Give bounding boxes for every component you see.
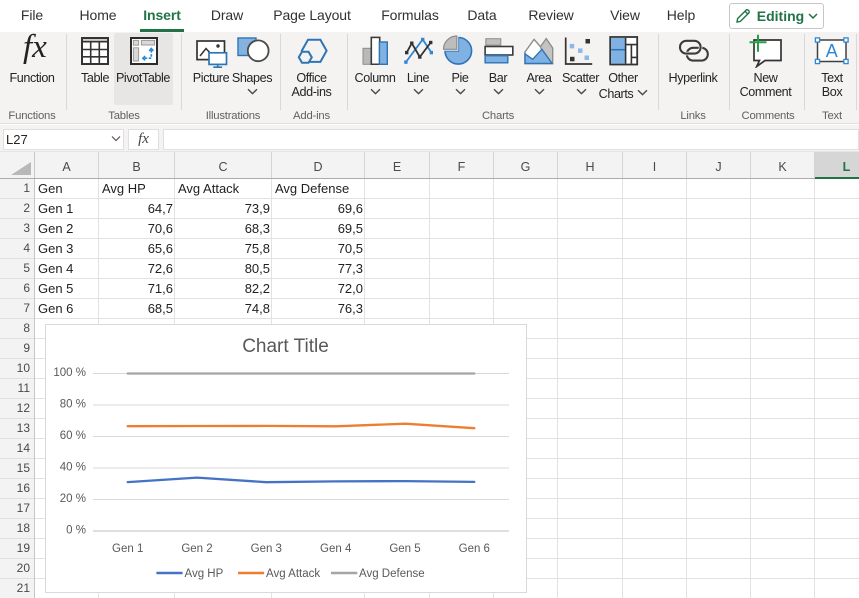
- svg-text:20 %: 20 %: [60, 493, 86, 505]
- svg-text:0 %: 0 %: [66, 525, 86, 537]
- svg-text:Gen 3: Gen 3: [251, 543, 282, 555]
- svg-text:Chart Title: Chart Title: [242, 336, 329, 357]
- svg-text:Gen 6: Gen 6: [459, 543, 490, 555]
- svg-text:Gen 1: Gen 1: [112, 543, 143, 555]
- svg-text:40 %: 40 %: [60, 462, 86, 474]
- svg-text:Avg Defense: Avg Defense: [359, 568, 425, 580]
- svg-text:Gen 2: Gen 2: [181, 543, 212, 555]
- svg-text:100 %: 100 %: [53, 367, 86, 379]
- svg-text:A: A: [826, 41, 838, 61]
- svg-text:Avg HP: Avg HP: [185, 568, 224, 580]
- svg-text:Gen 5: Gen 5: [389, 543, 420, 555]
- svg-text:Gen 4: Gen 4: [320, 543, 352, 555]
- svg-text:60 %: 60 %: [60, 430, 86, 442]
- svg-text:Avg Attack: Avg Attack: [266, 568, 320, 580]
- svg-text:80 %: 80 %: [60, 399, 86, 411]
